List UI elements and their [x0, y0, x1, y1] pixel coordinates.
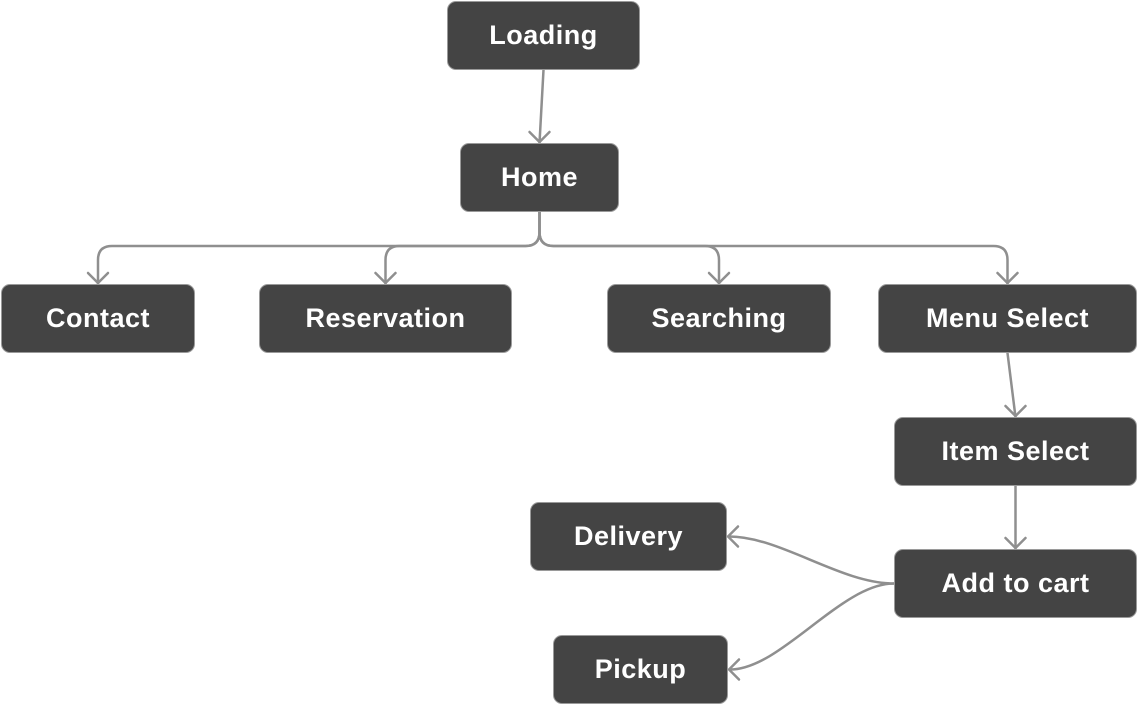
edge-home-to-menu-select [538, 210, 1009, 286]
edge-menu-select-to-item-select [1006, 351, 1017, 419]
node-reservation[interactable]: Reservation [259, 284, 512, 353]
edge-add-to-cart-to-pickup [728, 582, 896, 671]
edge-home-to-searching [538, 210, 721, 286]
node-contact[interactable]: Contact [1, 284, 195, 353]
edge-add-to-cart-to-delivery [727, 535, 896, 585]
edge-home-to-contact [96, 210, 541, 286]
node-add-to-cart[interactable]: Add to cart [894, 549, 1137, 618]
node-searching[interactable]: Searching [607, 284, 831, 353]
node-delivery[interactable]: Delivery [530, 502, 727, 571]
edge-home-to-reservation [384, 210, 541, 286]
edge-loading-to-home [538, 68, 545, 145]
node-pickup[interactable]: Pickup [553, 635, 728, 704]
node-menu-select[interactable]: Menu Select [878, 284, 1137, 353]
node-loading[interactable]: Loading [447, 1, 640, 70]
node-home[interactable]: Home [460, 143, 619, 212]
node-item-select[interactable]: Item Select [894, 417, 1137, 486]
